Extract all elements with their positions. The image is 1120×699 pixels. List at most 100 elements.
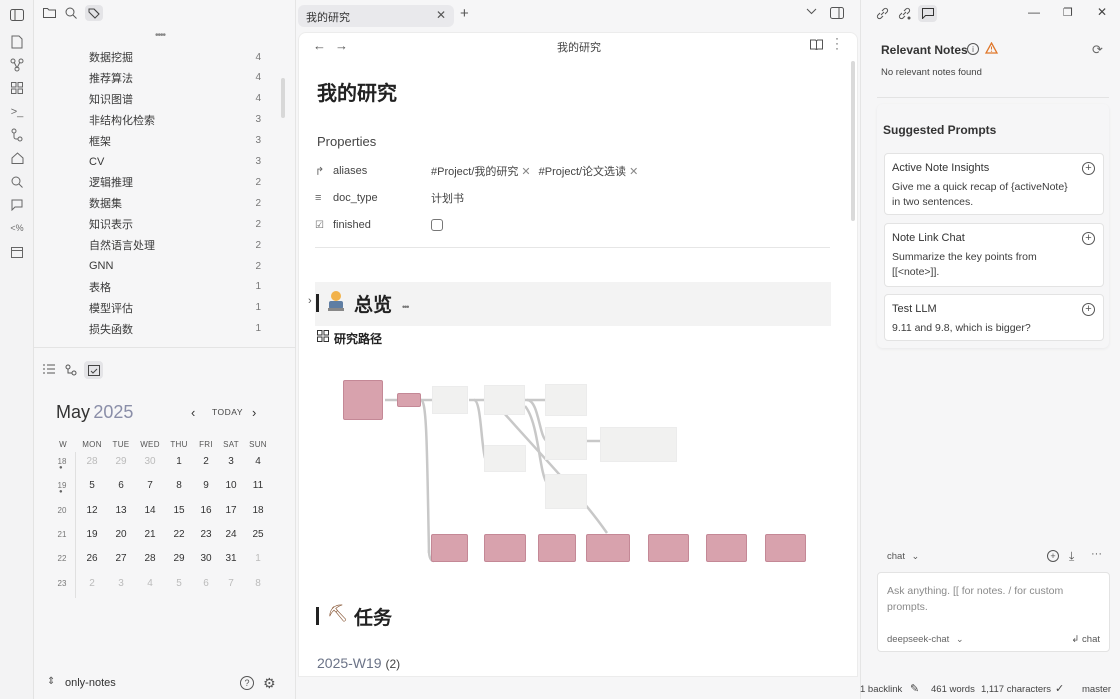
calendar-day[interactable]: 21: [137, 529, 163, 540]
home-icon[interactable]: [9, 150, 25, 166]
calendar-day[interactable]: 9: [193, 480, 219, 491]
search-icon[interactable]: [9, 174, 25, 190]
diagram-node[interactable]: [484, 385, 525, 415]
diagram-node[interactable]: [397, 393, 421, 407]
chevron-right-icon[interactable]: ›: [252, 405, 256, 420]
tag-row[interactable]: 数据挖掘 4: [55, 47, 265, 67]
calendar-day[interactable]: 8: [166, 480, 192, 491]
diagram-node[interactable]: [343, 380, 383, 420]
calendar-day[interactable]: 1: [245, 553, 271, 564]
calendar-day[interactable]: 19: [79, 529, 105, 540]
send-button[interactable]: ↲ chat: [1071, 634, 1100, 645]
calendar-day[interactable]: 5: [79, 480, 105, 491]
calendar-icon[interactable]: [84, 361, 103, 379]
calendar-day[interactable]: 30: [137, 456, 163, 467]
calendar-day[interactable]: 20: [108, 529, 134, 540]
gear-icon[interactable]: ⚙: [263, 675, 276, 692]
calendar-day[interactable]: 7: [218, 578, 244, 589]
week-heading[interactable]: 2025-W19 (2): [317, 655, 400, 671]
warning-icon[interactable]: [985, 42, 998, 54]
calendar-day[interactable]: 17: [218, 505, 244, 516]
tag-row[interactable]: GNN 2: [55, 256, 265, 276]
linked-mentions-icon[interactable]: [898, 7, 911, 20]
vault-name[interactable]: only-notes: [65, 677, 116, 689]
diagram-node[interactable]: [538, 534, 576, 562]
chevron-left-icon[interactable]: ‹: [191, 405, 195, 420]
chat-input[interactable]: Ask anything. [[ for notes. / for custom…: [887, 583, 1092, 615]
add-prompt-icon[interactable]: +: [1082, 303, 1095, 316]
calendar-day[interactable]: 28: [137, 553, 163, 564]
diagram-node[interactable]: [484, 445, 526, 472]
new-chat-icon[interactable]: +: [1047, 550, 1059, 562]
calendar-day[interactable]: 2: [193, 456, 219, 467]
calendar-day[interactable]: 7: [137, 480, 163, 491]
download-icon[interactable]: ⤓: [1069, 549, 1074, 564]
calendar-day[interactable]: 27: [108, 553, 134, 564]
diagram-node[interactable]: [545, 474, 587, 509]
diagram-node[interactable]: [765, 534, 806, 562]
grid-icon[interactable]: [9, 80, 25, 96]
tag-row[interactable]: CV 3: [55, 152, 265, 172]
calendar-day[interactable]: 12: [79, 505, 105, 516]
tag-icon[interactable]: [85, 5, 103, 21]
tag-row[interactable]: 知识图谱 4: [55, 89, 265, 109]
diagram-node[interactable]: [706, 534, 747, 562]
calendar-day[interactable]: 14: [137, 505, 163, 516]
calendar-day[interactable]: 1: [166, 456, 192, 467]
prompt-card[interactable]: Test LLM 9.11 and 9.8, which is bigger? …: [884, 294, 1104, 341]
calendar-day[interactable]: 3: [108, 578, 134, 589]
info-icon[interactable]: i: [967, 43, 979, 55]
task-heading[interactable]: 任务: [354, 603, 392, 630]
close-icon[interactable]: ✕: [436, 8, 446, 22]
git-icon[interactable]: [9, 127, 25, 143]
backlink-count[interactable]: 1 backlink: [860, 684, 902, 695]
tab-active[interactable]: 我的研究 ✕: [298, 5, 454, 27]
calendar-day[interactable]: 6: [108, 480, 134, 491]
tag-row[interactable]: 推荐算法 4: [55, 68, 265, 88]
calendar-day[interactable]: 8: [245, 578, 271, 589]
diagram-node[interactable]: [586, 534, 630, 562]
chat-mode-select[interactable]: chat ⌄: [887, 551, 919, 562]
week-number[interactable]: 21: [50, 530, 74, 539]
calendar-day[interactable]: 4: [245, 456, 271, 467]
more-options-icon[interactable]: ···: [1091, 548, 1102, 560]
diagram-node[interactable]: [648, 534, 689, 562]
graph-icon[interactable]: [9, 57, 25, 73]
tag-row[interactable]: 自然语言处理 2: [55, 235, 265, 255]
diagram-node[interactable]: [431, 534, 468, 562]
calendar-icon[interactable]: [9, 244, 25, 260]
tag-row[interactable]: 损失函数 1: [55, 319, 265, 339]
week-number[interactable]: 20: [50, 506, 74, 515]
diagram-node[interactable]: [484, 534, 526, 562]
tag-row[interactable]: 模型评估 1: [55, 298, 265, 318]
model-select[interactable]: deepseek-chat ⌄: [887, 634, 964, 645]
week-number[interactable]: 22: [50, 554, 74, 563]
calendar-day[interactable]: 26: [79, 553, 105, 564]
tag-row[interactable]: 数据集 2: [55, 193, 265, 213]
calendar-day[interactable]: 15: [166, 505, 192, 516]
calendar-day[interactable]: 18: [245, 505, 271, 516]
calendar-day[interactable]: 5: [166, 578, 192, 589]
close-window-icon[interactable]: ✕: [1097, 5, 1107, 19]
refresh-icon[interactable]: ⟳: [1092, 42, 1103, 58]
restore-icon[interactable]: ❐: [1063, 6, 1073, 19]
chat-icon[interactable]: [918, 5, 937, 22]
calendar-day[interactable]: 16: [193, 505, 219, 516]
calendar-day[interactable]: 2: [79, 578, 105, 589]
add-prompt-icon[interactable]: +: [1082, 232, 1095, 245]
calendar-day[interactable]: 22: [166, 529, 192, 540]
calendar-day[interactable]: 30: [193, 553, 219, 564]
tag-row[interactable]: 表格 1: [55, 277, 265, 297]
tag-row[interactable]: 非结构化检索 3: [55, 110, 265, 130]
drag-handle[interactable]: ••••: [155, 30, 166, 41]
calendar-day[interactable]: 23: [193, 529, 219, 540]
folder-icon[interactable]: [43, 7, 56, 18]
today-button[interactable]: TODAY: [212, 407, 243, 417]
calendar-day[interactable]: 6: [193, 578, 219, 589]
link-icon[interactable]: [876, 7, 889, 20]
minimize-icon[interactable]: —: [1028, 5, 1040, 19]
tag-row[interactable]: 框架 3: [55, 131, 265, 151]
calendar-day[interactable]: 29: [108, 456, 134, 467]
research-path-diagram[interactable]: [299, 33, 858, 593]
prompt-card[interactable]: Note Link Chat Summarize the key points …: [884, 223, 1104, 287]
